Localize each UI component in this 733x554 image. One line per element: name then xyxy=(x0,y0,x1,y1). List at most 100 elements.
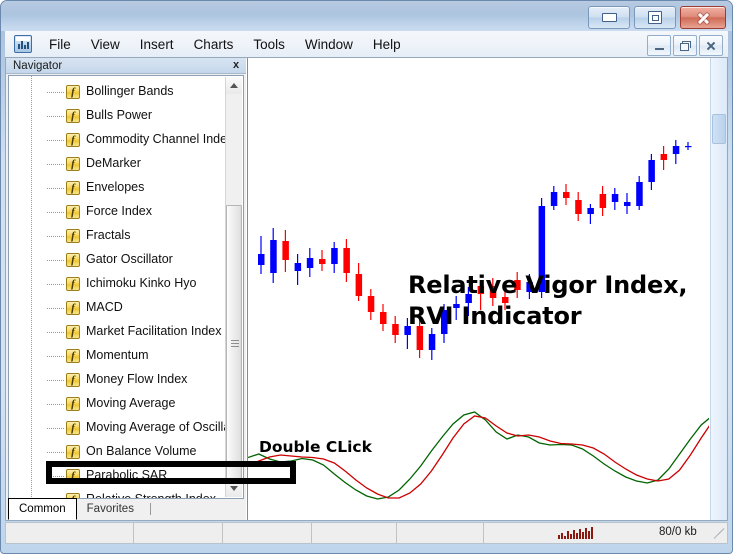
tree-connector xyxy=(47,140,65,141)
function-icon: f xyxy=(66,133,80,147)
chart-window: Relative Vigor Index, RVI Indicator Doub… xyxy=(247,58,727,520)
status-bar: 80/0 kb xyxy=(5,522,728,544)
tree-connector xyxy=(47,452,65,453)
menu-item-file[interactable]: File xyxy=(39,34,81,55)
navigator-item-label: Force Index xyxy=(86,204,153,218)
chart-scrollbar-thumb[interactable] xyxy=(712,114,726,144)
navigator-item-market-facilitation-index[interactable]: f Market Facilitation Index xyxy=(9,320,227,344)
network-traffic-icon xyxy=(558,527,593,539)
close-icon xyxy=(706,41,716,51)
navigator-item-fractals[interactable]: f Fractals xyxy=(9,224,227,248)
menu-item-insert[interactable]: Insert xyxy=(130,34,184,55)
navigator-item-moving-average[interactable]: f Moving Average xyxy=(9,392,227,416)
tree-connector xyxy=(47,308,65,309)
navigator-item-label: Moving Average xyxy=(86,396,176,410)
function-icon: f xyxy=(66,325,80,339)
maximize-button[interactable] xyxy=(634,6,676,29)
menu-bar: File View Insert Charts Tools Window Hel… xyxy=(5,31,728,57)
navigator-item-commodity-channel-index[interactable]: f Commodity Channel Index xyxy=(9,128,227,152)
scroll-up-button[interactable] xyxy=(226,77,242,94)
navigator-item-label: Fractals xyxy=(86,228,131,242)
chevron-down-icon xyxy=(230,486,238,491)
minimize-icon xyxy=(654,48,664,50)
navigator-item-envelopes[interactable]: f Envelopes xyxy=(9,176,227,200)
function-icon: f xyxy=(66,229,80,243)
navigator-item-momentum[interactable]: f Momentum xyxy=(9,344,227,368)
navigator-item-label: Moving Average of Oscillat xyxy=(86,420,227,434)
navigator-item-label: DeMarker xyxy=(86,156,141,170)
tree-connector xyxy=(47,332,65,333)
navigator-item-macd[interactable]: f MACD xyxy=(9,296,227,320)
navigator-item-money-flow-index[interactable]: f Money Flow Index xyxy=(9,368,227,392)
close-button[interactable] xyxy=(680,6,726,29)
status-cell-6: 80/0 kb xyxy=(484,523,727,543)
annotation-title-line1: Relative Vigor Index, xyxy=(408,271,688,299)
tree-connector xyxy=(47,260,65,261)
grip-icon xyxy=(231,340,239,348)
tab-separator xyxy=(149,503,151,515)
tree-connector xyxy=(47,428,65,429)
navigator-scrollbar[interactable] xyxy=(225,77,242,497)
function-icon: f xyxy=(66,301,80,315)
tab-common[interactable]: Common xyxy=(8,498,77,520)
navigator-item-label: On Balance Volume xyxy=(86,444,197,458)
navigator-item-force-index[interactable]: f Force Index xyxy=(9,200,227,224)
tree-connector xyxy=(47,380,65,381)
close-icon xyxy=(696,11,710,25)
mdi-close-button[interactable] xyxy=(699,35,723,56)
tree-connector xyxy=(47,356,65,357)
function-icon: f xyxy=(66,85,80,99)
resize-grip-icon[interactable] xyxy=(712,528,725,542)
function-icon: f xyxy=(66,253,80,267)
menu-item-window[interactable]: Window xyxy=(295,34,363,55)
menu-item-charts[interactable]: Charts xyxy=(184,34,244,55)
minimize-button[interactable] xyxy=(588,6,630,29)
restore-icon xyxy=(680,41,691,51)
chart-annotation-double-click: Double CLick xyxy=(259,438,372,456)
chart-annotation-title: Relative Vigor Index, RVI Indicator xyxy=(408,270,687,332)
menu-item-help[interactable]: Help xyxy=(363,34,411,55)
chart-app-icon xyxy=(14,35,32,53)
function-icon: f xyxy=(66,421,80,435)
mdi-restore-button[interactable] xyxy=(673,35,697,56)
navigator-item-bollinger-bands[interactable]: f Bollinger Bands xyxy=(9,80,227,104)
navigator-item-label: Commodity Channel Index xyxy=(86,132,227,146)
function-icon: f xyxy=(66,181,80,195)
application-window: File View Insert Charts Tools Window Hel… xyxy=(0,0,733,554)
function-icon: f xyxy=(66,349,80,363)
status-cell-1 xyxy=(6,523,134,543)
function-icon: f xyxy=(66,277,80,291)
scrollbar-thumb[interactable] xyxy=(226,205,242,483)
navigator-item-label: Gator Oscillator xyxy=(86,252,173,266)
tree-connector xyxy=(47,164,65,165)
navigator-tree: f Bollinger Bands f Bulls Power f Commodity C… xyxy=(8,75,244,499)
menu-item-view[interactable]: View xyxy=(81,34,130,55)
tab-favorites[interactable]: Favorites xyxy=(77,499,144,519)
menu-item-tools[interactable]: Tools xyxy=(243,34,295,55)
tree-connector xyxy=(47,404,65,405)
maximize-icon xyxy=(648,11,662,24)
status-cell-2 xyxy=(134,523,223,543)
navigator-item-demarker[interactable]: f DeMarker xyxy=(9,152,227,176)
title-bar xyxy=(1,1,732,31)
navigator-item-moving-average-of-oscillat[interactable]: f Moving Average of Oscillat xyxy=(9,416,227,440)
chart-scrollbar[interactable] xyxy=(710,58,727,520)
tree-connector xyxy=(47,236,65,237)
navigator-item-label: Market Facilitation Index xyxy=(86,324,222,338)
navigator-panel: Navigator x f Bollinger Bands f Bulls Power… xyxy=(6,58,246,520)
tree-connector xyxy=(47,188,65,189)
status-cell-4 xyxy=(312,523,397,543)
navigator-item-bulls-power[interactable]: f Bulls Power xyxy=(9,104,227,128)
function-icon: f xyxy=(66,157,80,171)
navigator-close-icon[interactable]: x xyxy=(230,59,242,71)
navigator-item-label: Bollinger Bands xyxy=(86,84,174,98)
client-area: Navigator x f Bollinger Bands f Bulls Power… xyxy=(5,57,728,521)
navigator-item-label: Relative Strength Index xyxy=(86,492,216,499)
chevron-up-icon xyxy=(230,83,238,88)
tree-connector xyxy=(47,212,65,213)
navigator-item-ichimoku-kinko-hyo[interactable]: f Ichimoku Kinko Hyo xyxy=(9,272,227,296)
navigator-item-gator-oscillator[interactable]: f Gator Oscillator xyxy=(9,248,227,272)
navigator-item-label: Momentum xyxy=(86,348,149,362)
mdi-minimize-button[interactable] xyxy=(647,35,671,56)
function-icon: f xyxy=(66,445,80,459)
